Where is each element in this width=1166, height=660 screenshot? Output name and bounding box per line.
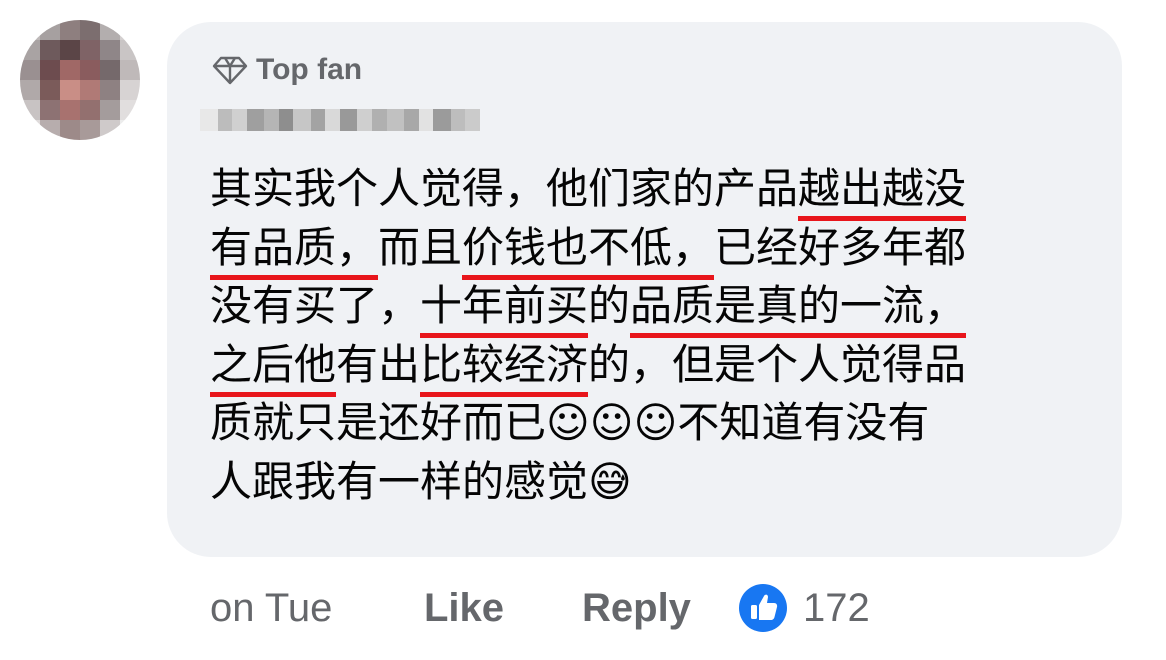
name-blur-block [264, 109, 279, 131]
diamond-icon [212, 56, 248, 85]
avatar-pixel [60, 20, 80, 40]
avatar-pixel [120, 100, 140, 120]
avatar-pixel [100, 60, 120, 80]
avatar-pixel [80, 60, 100, 80]
like-reaction-icon [739, 584, 787, 632]
name-blur-block [418, 109, 434, 131]
comment-line: 质就只是还好而已☺☺☺不知道有没有 [210, 394, 1090, 453]
name-blur-block [450, 109, 466, 131]
avatar-pixel [20, 60, 40, 80]
avatar-pixel [40, 100, 60, 120]
name-blur-block [465, 109, 480, 131]
name-blur-block [278, 109, 294, 131]
name-blur-block [404, 109, 419, 131]
avatar-pixel [60, 40, 80, 60]
comment-segment: 的，但是个人觉得品 [588, 339, 967, 389]
name-blur-block [246, 109, 265, 131]
name-blur-block [372, 109, 387, 131]
name-blur-block [433, 109, 451, 131]
reaction-count: 172 [803, 585, 870, 630]
author-name-blurred[interactable] [200, 100, 480, 140]
reply-button[interactable]: Reply [582, 586, 737, 631]
avatar-pixel [120, 80, 140, 100]
avatar-pixel [20, 20, 40, 40]
avatar-pixel [120, 20, 140, 40]
comment-segment: 有出 [336, 339, 421, 389]
name-blur-block [310, 109, 326, 131]
avatar-pixel [40, 40, 60, 60]
underlined-phrase: 十年前买 [420, 282, 589, 338]
comment-segment: 其实我个人觉得，他们家的产品 [210, 164, 799, 213]
timestamp[interactable]: on Tue [210, 586, 424, 631]
comment-line: 人跟我有一样的感觉😅 [210, 453, 1090, 512]
avatar-pixel [20, 40, 40, 60]
avatar-pixel [20, 120, 40, 140]
avatar-pixel [80, 120, 100, 140]
name-blur-block [325, 109, 340, 131]
underlined-phrase: 品质是真的一流， [630, 282, 967, 338]
reaction-summary[interactable]: 172 [737, 582, 870, 634]
comment-segment: 人跟我有一样的感觉😅 [210, 456, 632, 506]
underlined-phrase: 之后他 [210, 340, 337, 397]
avatar-pixel [40, 60, 60, 80]
avatar-pixel [80, 100, 100, 120]
avatar-pixel [120, 60, 140, 80]
avatar-pixel [40, 20, 60, 40]
avatar[interactable] [20, 20, 140, 140]
underlined-phrase: 价钱也不低， [462, 223, 715, 280]
name-blur-block [200, 109, 218, 131]
avatar-pixel [100, 20, 120, 40]
avatar-pixel [120, 120, 140, 140]
avatar-pixel [60, 80, 80, 100]
underlined-phrase: 越出越没 [798, 165, 967, 221]
name-blur-block [232, 109, 247, 131]
comment-line: 之后他有出比较经济的，但是个人觉得品 [210, 336, 1090, 397]
avatar-pixel [100, 100, 120, 120]
comment-segment: 的 [588, 281, 631, 330]
name-blur-block [339, 109, 358, 131]
comment-segment: 而且 [378, 222, 463, 272]
avatar-pixel [80, 20, 100, 40]
comment-segment: 没有买了， [210, 281, 421, 330]
like-button[interactable]: Like [424, 586, 582, 631]
comment-line: 没有买了，十年前买的品质是真的一流， [210, 277, 1090, 338]
avatar-pixel [100, 80, 120, 100]
avatar-pixel [60, 100, 80, 120]
comment-actions: on Tue Like Reply 172 [210, 582, 870, 634]
name-blur-block [357, 109, 373, 131]
name-blur-block [217, 109, 233, 131]
comment-line: 其实我个人觉得，他们家的产品越出越没 [210, 160, 1090, 221]
avatar-pixel [60, 60, 80, 80]
avatar-pixel [120, 40, 140, 60]
name-blur-block [386, 109, 405, 131]
underlined-phrase: 比较经济 [420, 340, 589, 397]
comment-text: 其实我个人觉得，他们家的产品越出越没 有品质，而且价钱也不低，已经好多年都 没有买了… [210, 160, 1090, 511]
avatar-pixel [100, 40, 120, 60]
avatar-pixel [40, 80, 60, 100]
comment-line: 有品质，而且价钱也不低，已经好多年都 [210, 219, 1090, 280]
badge-label: Top fan [256, 53, 363, 86]
avatar-pixel [60, 120, 80, 140]
avatar-pixel [80, 40, 100, 60]
avatar-pixel [80, 80, 100, 100]
avatar-pixel [40, 120, 60, 140]
avatar-pixel [20, 80, 40, 100]
avatar-pixel [100, 120, 120, 140]
comment-segment: 质就只是还好而已☺☺☺不知道有没有 [210, 398, 930, 447]
avatar-pixel [20, 100, 40, 120]
comment-segment: 已经好多年都 [714, 222, 967, 272]
underlined-phrase: 有品质， [210, 223, 379, 280]
top-fan-badge: Top fan [212, 52, 362, 88]
name-blur-block [293, 109, 311, 131]
